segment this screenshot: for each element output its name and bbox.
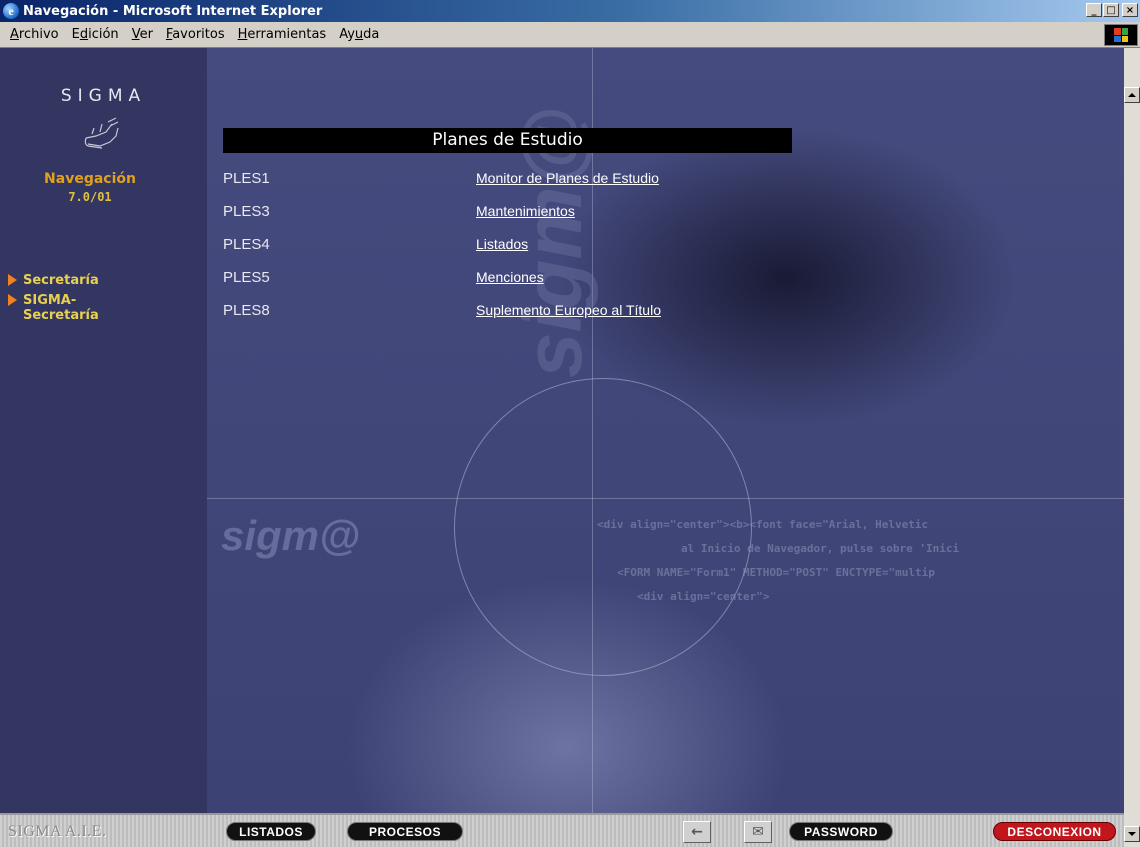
orange-arrow-icon bbox=[8, 274, 17, 286]
watermark-code-line: <FORM NAME="Form1" METHOD="POST" ENCTYPE… bbox=[617, 566, 935, 579]
watermark-code-line: al Inicio de Navegador, pulse sobre 'Ini… bbox=[681, 542, 960, 555]
scroll-up-button[interactable] bbox=[1124, 87, 1140, 103]
menu-ayuda[interactable]: Ayuda bbox=[333, 27, 385, 42]
list-item: PLES3 Mantenimientos bbox=[223, 203, 823, 223]
list-item: PLES1 Monitor de Planes de Estudio bbox=[223, 170, 823, 190]
watermark-sigma: sigm@ bbox=[221, 512, 360, 559]
password-button[interactable]: PASSWORD bbox=[789, 822, 893, 841]
plan-link-suplemento[interactable]: Suplemento Europeo al Título bbox=[476, 302, 661, 318]
vertical-scrollbar[interactable] bbox=[1124, 48, 1140, 847]
main-frame: sigm@ sigm@ <div align="center"><b><font… bbox=[207, 48, 1124, 813]
company-name: SIGMA A.I.E. bbox=[8, 823, 107, 840]
menu-bar: Archivo Edición Ver Favoritos Herramient… bbox=[0, 22, 1140, 48]
plan-code: PLES8 bbox=[223, 302, 270, 319]
back-button[interactable]: ← bbox=[683, 821, 711, 843]
menu-herramientas[interactable]: Herramientas bbox=[232, 27, 333, 42]
menu-ver[interactable]: Ver bbox=[126, 27, 159, 42]
windows-logo-icon bbox=[1104, 24, 1138, 46]
scroll-up-icon bbox=[1128, 93, 1136, 97]
menu-edicion[interactable]: Edición bbox=[66, 27, 125, 42]
plan-code: PLES4 bbox=[223, 236, 270, 253]
watermark-code-line: <div align="center"> bbox=[637, 590, 770, 603]
left-nav-frame: SIGMA Navegación 7.0/01 Secretaría SIGMA… bbox=[0, 48, 207, 813]
mail-button[interactable]: ✉ bbox=[744, 821, 772, 843]
plan-link-monitor[interactable]: Monitor de Planes de Estudio bbox=[476, 170, 659, 186]
plan-link-mantenimientos[interactable]: Mantenimientos bbox=[476, 203, 575, 219]
scroll-down-button[interactable] bbox=[1124, 826, 1140, 842]
browser-content: SIGMA Navegación 7.0/01 Secretaría SIGMA… bbox=[0, 48, 1124, 813]
list-item: PLES8 Suplemento Europeo al Título bbox=[223, 302, 823, 322]
listados-button[interactable]: LISTADOS bbox=[226, 822, 316, 841]
window-titlebar: e Navegación - Microsoft Internet Explor… bbox=[0, 0, 1140, 22]
sidebar-item-sigma-secretaria[interactable]: SIGMA- Secretaría bbox=[8, 293, 99, 323]
list-item: PLES4 Listados bbox=[223, 236, 823, 256]
maximize-button[interactable]: □ bbox=[1103, 3, 1119, 17]
bottom-toolbar: SIGMA A.I.E. LISTADOS PROCESOS ← ✉ PASSW… bbox=[0, 813, 1124, 847]
desconexion-button[interactable]: DESCONEXION bbox=[993, 822, 1116, 841]
hand-icon bbox=[84, 117, 119, 149]
nav-version: 7.0/01 bbox=[68, 190, 112, 204]
sidebar-item-label: SIGMA- Secretaría bbox=[23, 293, 99, 323]
plan-code: PLES1 bbox=[223, 170, 270, 187]
window-controls: _ □ × bbox=[1085, 3, 1138, 17]
plan-code: PLES5 bbox=[223, 269, 270, 286]
plan-link-menciones[interactable]: Menciones bbox=[476, 269, 544, 285]
minimize-button[interactable]: _ bbox=[1086, 3, 1102, 17]
plan-link-listados[interactable]: Listados bbox=[476, 236, 528, 252]
procesos-button[interactable]: PROCESOS bbox=[347, 822, 463, 841]
list-item: PLES5 Menciones bbox=[223, 269, 823, 289]
sigma-logo: SIGMA bbox=[60, 86, 147, 106]
orange-arrow-icon bbox=[8, 294, 17, 306]
watermark-code-line: <div align="center"><b><font face="Arial… bbox=[597, 518, 929, 531]
plan-code: PLES3 bbox=[223, 203, 270, 220]
menu-favoritos[interactable]: Favoritos bbox=[160, 27, 231, 42]
menu-archivo[interactable]: Archivo bbox=[4, 27, 65, 42]
nav-title: Navegación bbox=[44, 171, 136, 187]
page-title: Planes de Estudio bbox=[223, 128, 792, 153]
sidebar-item-label: Secretaría bbox=[23, 273, 99, 288]
scroll-down-icon bbox=[1128, 832, 1136, 836]
close-button[interactable]: × bbox=[1122, 3, 1138, 17]
sidebar-item-secretaria[interactable]: Secretaría bbox=[8, 273, 99, 288]
window-title: Navegación - Microsoft Internet Explorer bbox=[23, 3, 323, 19]
mail-icon: ✉ bbox=[752, 824, 764, 840]
ie-icon: e bbox=[3, 3, 19, 19]
back-arrow-icon: ← bbox=[691, 824, 703, 840]
